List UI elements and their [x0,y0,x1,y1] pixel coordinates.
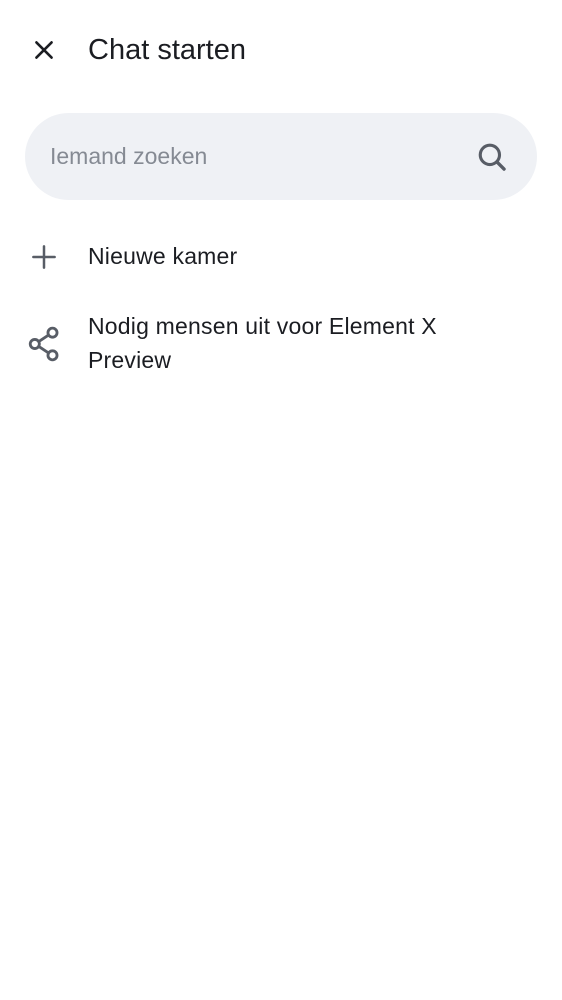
close-button[interactable] [22,28,66,72]
top-app-bar: Chat starten [0,0,562,100]
share-icon [24,324,64,364]
new-room-label: Nieuwe kamer [88,243,238,269]
search-icon[interactable] [475,140,509,174]
search-input[interactable] [50,113,470,200]
invite-people-label: Nodig mensen uit voor Element X Preview [88,313,437,373]
invite-people-item[interactable]: Nodig mensen uit voor Element X Preview [0,306,562,390]
close-icon [35,41,53,59]
plus-icon [24,237,64,277]
search-bar[interactable] [25,113,537,200]
page-title: Chat starten [88,34,246,66]
new-room-item[interactable]: Nieuwe kamer [0,228,562,286]
